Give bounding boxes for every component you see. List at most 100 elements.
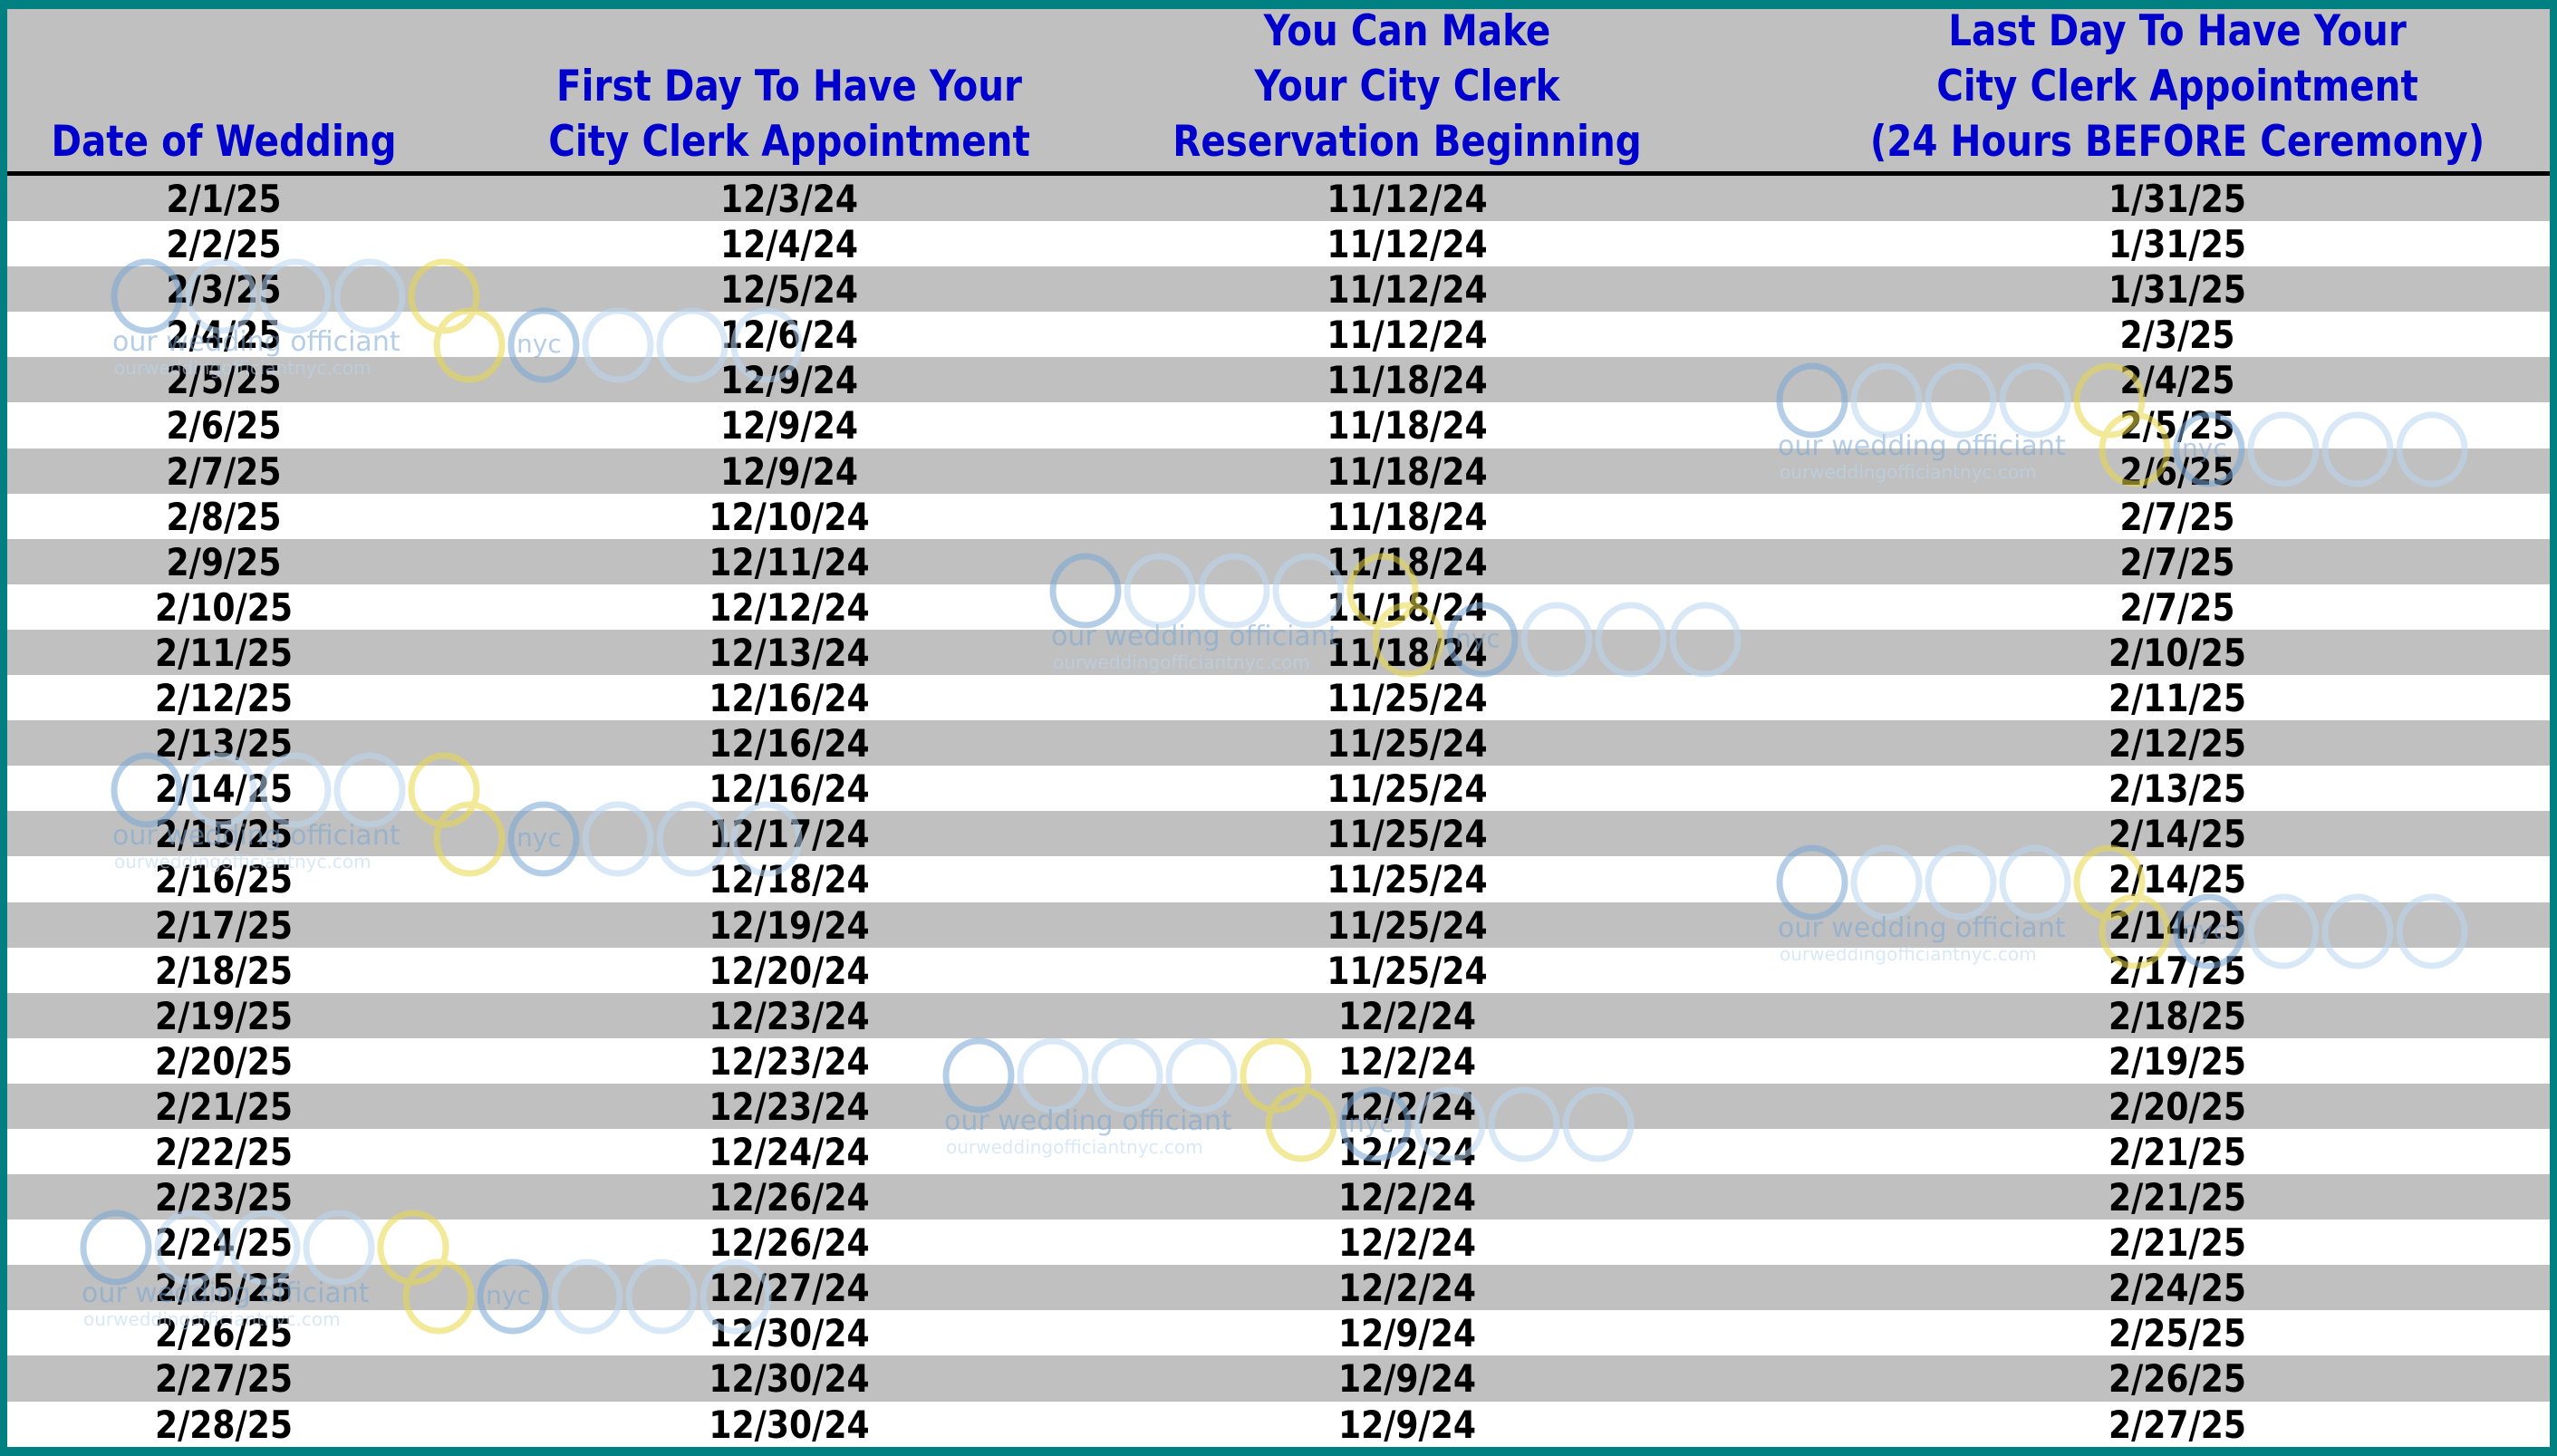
cell-reservation-beginning: 11/18/24	[1327, 630, 1488, 675]
table-row: 2/3/25 12/5/24 11/12/24 1/31/25	[7, 266, 2550, 313]
cell-date-of-wedding: 2/8/25	[166, 494, 282, 539]
cell-last-day-appointment: 2/3/25	[2119, 313, 2235, 358]
cell-date-of-wedding: 2/27/25	[154, 1356, 294, 1402]
cell-date-of-wedding: 2/18/25	[154, 948, 294, 993]
table-row: 2/21/25 12/23/24 12/2/24 2/20/25	[7, 1083, 2550, 1129]
cell-first-day-appointment: 12/9/24	[719, 358, 859, 403]
table-header: Date of Wedding First Day To Have Your C…	[7, 9, 2550, 171]
cell-last-day-appointment: 2/20/25	[2108, 1084, 2247, 1129]
table-row: 2/27/25 12/30/24 12/9/24 2/26/25	[7, 1355, 2550, 1402]
cell-first-day-appointment: 12/30/24	[709, 1402, 870, 1447]
cell-last-day-appointment: 1/31/25	[2108, 222, 2247, 267]
table-row: 2/8/25 12/10/24 11/18/24 2/7/25	[7, 493, 2550, 539]
cell-date-of-wedding: 2/11/25	[154, 630, 294, 675]
cell-date-of-wedding: 2/2/25	[166, 222, 282, 267]
table-row: 2/25/25 12/27/24 12/2/24 2/24/25	[7, 1265, 2550, 1311]
cell-reservation-beginning: 11/25/24	[1327, 676, 1488, 721]
cell-last-day-appointment: 2/14/25	[2108, 857, 2247, 902]
table-row: 2/17/25 12/19/24 11/25/24 2/14/25	[7, 902, 2550, 948]
cell-first-day-appointment: 12/13/24	[709, 630, 870, 675]
cell-last-day-appointment: 2/21/25	[2108, 1129, 2247, 1174]
table-row: 2/7/25 12/9/24 11/18/24 2/6/25	[7, 448, 2550, 494]
cell-reservation-beginning: 11/12/24	[1327, 222, 1488, 267]
cell-first-day-appointment: 12/23/24	[709, 1038, 870, 1084]
cell-date-of-wedding: 2/28/25	[154, 1402, 294, 1447]
cell-last-day-appointment: 2/26/25	[2108, 1356, 2247, 1402]
cell-date-of-wedding: 2/12/25	[154, 676, 294, 721]
cell-date-of-wedding: 2/26/25	[154, 1311, 294, 1356]
cell-date-of-wedding: 2/4/25	[166, 313, 282, 358]
cell-last-day-appointment: 2/11/25	[2108, 676, 2247, 721]
cell-reservation-beginning: 12/2/24	[1337, 1175, 1477, 1220]
cell-last-day-appointment: 2/19/25	[2108, 1038, 2247, 1084]
cell-first-day-appointment: 12/3/24	[719, 177, 859, 221]
cell-first-day-appointment: 12/23/24	[709, 993, 870, 1038]
header-first-day-appointment: First Day To Have Your City Clerk Appoin…	[548, 62, 1030, 167]
table-row: 2/5/25 12/9/24 11/18/24 2/4/25	[7, 357, 2550, 403]
cell-last-day-appointment: 2/14/25	[2108, 812, 2247, 857]
cell-first-day-appointment: 12/6/24	[719, 313, 859, 358]
cell-date-of-wedding: 2/14/25	[154, 767, 294, 812]
cell-last-day-appointment: 2/4/25	[2119, 358, 2235, 403]
table-row: 2/14/25 12/16/24 11/25/24 2/13/25	[7, 766, 2550, 812]
cell-first-day-appointment: 12/23/24	[709, 1084, 870, 1129]
table-row: 2/22/25 12/24/24 12/2/24 2/21/25	[7, 1128, 2550, 1175]
table-row: 2/19/25 12/23/24 12/2/24 2/18/25	[7, 992, 2550, 1038]
table-row: 2/13/25 12/16/24 11/25/24 2/12/25	[7, 720, 2550, 767]
cell-reservation-beginning: 12/2/24	[1337, 1220, 1477, 1266]
cell-date-of-wedding: 2/23/25	[154, 1175, 294, 1220]
table-row: 2/16/25 12/18/24 11/25/24 2/14/25	[7, 856, 2550, 902]
cell-first-day-appointment: 12/9/24	[719, 448, 859, 494]
cell-reservation-beginning: 11/18/24	[1327, 584, 1488, 630]
cell-last-day-appointment: 2/12/25	[2108, 721, 2247, 767]
table-row: 2/6/25 12/9/24 11/18/24 2/5/25	[7, 402, 2550, 448]
cell-last-day-appointment: 2/24/25	[2108, 1266, 2247, 1311]
cell-last-day-appointment: 2/18/25	[2108, 993, 2247, 1038]
cell-last-day-appointment: 2/7/25	[2119, 539, 2235, 584]
header-reservation-beginning: You Can Make Your City Clerk Reservation…	[1172, 9, 1642, 167]
cell-first-day-appointment: 12/19/24	[709, 902, 870, 948]
cell-date-of-wedding: 2/24/25	[154, 1220, 294, 1266]
cell-first-day-appointment: 12/16/24	[709, 767, 870, 812]
cell-reservation-beginning: 11/12/24	[1327, 177, 1488, 221]
cell-reservation-beginning: 11/25/24	[1327, 902, 1488, 948]
cell-date-of-wedding: 2/13/25	[154, 721, 294, 767]
cell-reservation-beginning: 11/18/24	[1327, 358, 1488, 403]
cell-first-day-appointment: 12/30/24	[709, 1311, 870, 1356]
schedule-table: Date of Wedding First Day To Have Your C…	[7, 9, 2550, 1447]
cell-first-day-appointment: 12/18/24	[709, 857, 870, 902]
cell-first-day-appointment: 12/12/24	[709, 584, 870, 630]
table-row: 2/12/25 12/16/24 11/25/24 2/11/25	[7, 675, 2550, 721]
header-last-day-appointment: Last Day To Have Your City Clerk Appoint…	[1869, 9, 2485, 167]
table-row: 2/26/25 12/30/24 12/9/24 2/25/25	[7, 1310, 2550, 1356]
cell-reservation-beginning: 12/9/24	[1337, 1311, 1477, 1356]
cell-first-day-appointment: 12/27/24	[709, 1266, 870, 1311]
table-row: 2/23/25 12/26/24 12/2/24 2/21/25	[7, 1174, 2550, 1220]
cell-last-day-appointment: 2/7/25	[2119, 494, 2235, 539]
cell-reservation-beginning: 11/25/24	[1327, 721, 1488, 767]
cell-date-of-wedding: 2/19/25	[154, 993, 294, 1038]
cell-last-day-appointment: 2/21/25	[2108, 1175, 2247, 1220]
cell-reservation-beginning: 11/25/24	[1327, 767, 1488, 812]
cell-reservation-beginning: 11/18/24	[1327, 539, 1488, 584]
table-row: 2/2/25 12/4/24 11/12/24 1/31/25	[7, 221, 2550, 267]
cell-last-day-appointment: 2/25/25	[2108, 1311, 2247, 1356]
cell-first-day-appointment: 12/4/24	[719, 222, 859, 267]
cell-first-day-appointment: 12/26/24	[709, 1175, 870, 1220]
cell-date-of-wedding: 2/16/25	[154, 857, 294, 902]
table-row: 2/15/25 12/17/24 11/25/24 2/14/25	[7, 811, 2550, 857]
cell-first-day-appointment: 12/16/24	[709, 676, 870, 721]
table-row: 2/11/25 12/13/24 11/18/24 2/10/25	[7, 629, 2550, 676]
header-date-of-wedding: Date of Wedding	[51, 117, 397, 167]
cell-reservation-beginning: 12/2/24	[1337, 1084, 1477, 1129]
cell-reservation-beginning: 11/25/24	[1327, 948, 1488, 993]
cell-date-of-wedding: 2/7/25	[166, 448, 282, 494]
cell-date-of-wedding: 2/17/25	[154, 902, 294, 948]
cell-date-of-wedding: 2/9/25	[166, 539, 282, 584]
table-row: 2/9/25 12/11/24 11/18/24 2/7/25	[7, 538, 2550, 584]
cell-date-of-wedding: 2/10/25	[154, 584, 294, 630]
table-row: 2/10/25 12/12/24 11/18/24 2/7/25	[7, 583, 2550, 630]
cell-reservation-beginning: 11/25/24	[1327, 812, 1488, 857]
cell-first-day-appointment: 12/26/24	[709, 1220, 870, 1266]
cell-first-day-appointment: 12/16/24	[709, 721, 870, 767]
